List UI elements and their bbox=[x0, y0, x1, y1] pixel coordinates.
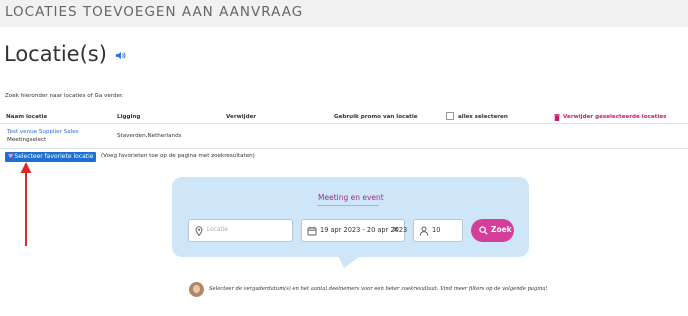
section-heading: Locatie(s) bbox=[4, 42, 126, 66]
active-tab-underline bbox=[317, 205, 379, 206]
calendar-icon bbox=[307, 226, 317, 236]
select-all-label: alles selecteren bbox=[458, 114, 508, 120]
trash-icon[interactable] bbox=[554, 114, 560, 121]
row-venue-subtitle: Meetingselect bbox=[7, 137, 47, 143]
search-tip: Selecteer de vergaderdatum(s) en het aan… bbox=[209, 286, 548, 292]
favorites-note: (Voeg favorieten toe op de pagina met zo… bbox=[101, 153, 255, 159]
attendees-input[interactable]: 10 bbox=[413, 219, 463, 242]
row-venue-location: Staverden,Netherlands bbox=[117, 133, 182, 139]
row-venue-name-link[interactable]: Test venue Supplier Sales bbox=[7, 129, 79, 135]
search-panel-pointer bbox=[338, 256, 360, 268]
location-input[interactable]: Locatie bbox=[188, 219, 293, 242]
location-placeholder: Locatie bbox=[207, 227, 228, 233]
heart-icon: ♥ bbox=[8, 153, 14, 160]
speaker-icon[interactable] bbox=[115, 50, 126, 61]
col-header-name: Naam locatie bbox=[6, 114, 48, 120]
select-favorite-location-button[interactable]: ♥Selecteer favoriete locatie bbox=[5, 152, 97, 162]
date-range-input[interactable]: 19 apr 2023 - 20 apr 2023 ✕ bbox=[301, 219, 407, 242]
clear-dates-icon[interactable]: ✕ bbox=[392, 225, 399, 234]
map-pin-icon bbox=[195, 226, 203, 236]
search-button-label: Zoek bbox=[491, 225, 512, 234]
delete-selected-link[interactable]: Verwijder geselecteerde locaties bbox=[563, 114, 666, 120]
top-bar: LOCATIES TOEVOEGEN AAN AANVRAAG bbox=[0, 0, 688, 27]
page-title: LOCATIES TOEVOEGEN AAN AANVRAAG bbox=[5, 4, 304, 20]
table-row-divider bbox=[0, 148, 688, 149]
select-favorite-label: Selecteer favoriete locatie bbox=[14, 153, 94, 160]
annotation-arrow bbox=[20, 162, 32, 246]
table-header-divider bbox=[0, 123, 688, 124]
tab-meeting-en-event[interactable]: Meeting en event bbox=[318, 193, 384, 202]
col-header-promo: Gebruik promo van locatie bbox=[334, 114, 418, 120]
avatar bbox=[189, 282, 204, 297]
attendees-value: 10 bbox=[432, 226, 441, 234]
heading-text: Locatie(s) bbox=[4, 42, 107, 66]
search-button[interactable]: Zoek bbox=[471, 219, 514, 242]
search-hint: Zoek hieronder naar locaties of Ga verde… bbox=[5, 93, 124, 99]
search-panel bbox=[172, 177, 529, 257]
col-header-remove: Verwijder bbox=[226, 114, 257, 120]
person-icon bbox=[419, 226, 429, 236]
select-all-checkbox[interactable] bbox=[446, 112, 454, 120]
col-header-location: Ligging bbox=[117, 114, 141, 120]
search-icon bbox=[479, 226, 488, 235]
